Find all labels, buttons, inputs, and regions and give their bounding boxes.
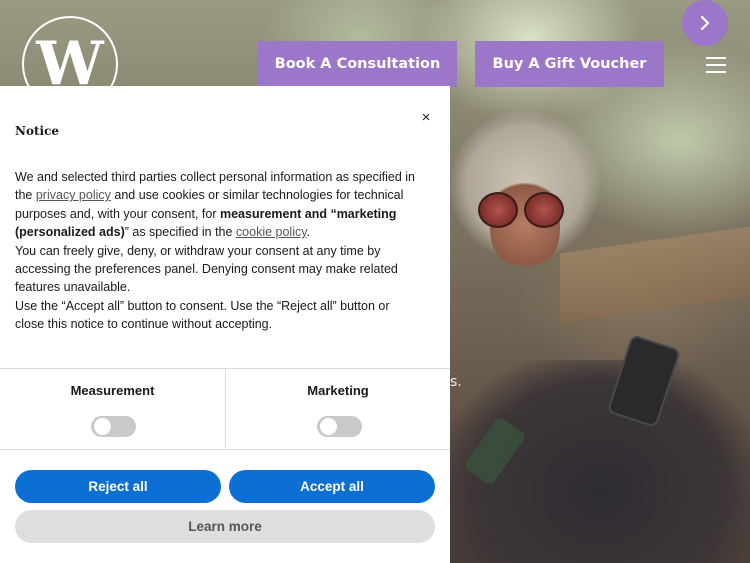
notice-text: Use the “Accept all” button to consent. … — [15, 298, 390, 332]
reject-all-button[interactable]: Reject all — [15, 470, 221, 503]
toggle-knob — [94, 418, 111, 435]
learn-more-button[interactable]: Learn more — [15, 510, 435, 543]
hamburger-line — [706, 64, 726, 66]
notice-body: We and selected third parties collect pe… — [15, 168, 415, 334]
hamburger-menu-icon[interactable] — [706, 57, 726, 73]
bench-shape — [560, 226, 750, 324]
buy-gift-voucher-button[interactable]: Buy A Gift Voucher — [475, 41, 664, 87]
privacy-policy-link[interactable]: privacy policy — [36, 188, 111, 202]
cookie-consent-notice: Notice × We and selected third parties c… — [0, 86, 450, 563]
toggle-knob — [320, 418, 337, 435]
pref-label-marketing: Marketing — [307, 383, 369, 398]
hamburger-line — [706, 71, 726, 73]
sunglasses-lens-left — [478, 192, 518, 228]
cookie-policy-link[interactable]: cookie policy — [236, 225, 307, 239]
hamburger-line — [706, 57, 726, 59]
close-icon[interactable]: × — [418, 110, 434, 126]
pref-measurement: Measurement — [0, 369, 225, 449]
next-slide-button[interactable] — [682, 0, 728, 46]
book-consultation-button[interactable]: Book A Consultation — [258, 41, 457, 87]
sunglasses-shape — [478, 192, 568, 228]
hero-text-fragment: s. — [450, 374, 462, 390]
preferences-panel: Measurement Marketing — [0, 368, 450, 450]
measurement-toggle[interactable] — [91, 416, 136, 437]
sunglasses-lens-right — [524, 192, 564, 228]
pref-marketing: Marketing — [225, 369, 450, 449]
pref-label-measurement: Measurement — [70, 383, 155, 398]
notice-text: ” as specified in the — [124, 225, 236, 240]
accept-all-button[interactable]: Accept all — [229, 470, 435, 503]
notice-title: Notice — [15, 124, 60, 138]
marketing-toggle[interactable] — [317, 416, 362, 437]
notice-text: You can freely give, deny, or withdraw y… — [15, 243, 398, 295]
chevron-right-icon — [700, 15, 710, 31]
logo-letter: W — [36, 29, 104, 99]
notice-text: . — [306, 225, 311, 240]
